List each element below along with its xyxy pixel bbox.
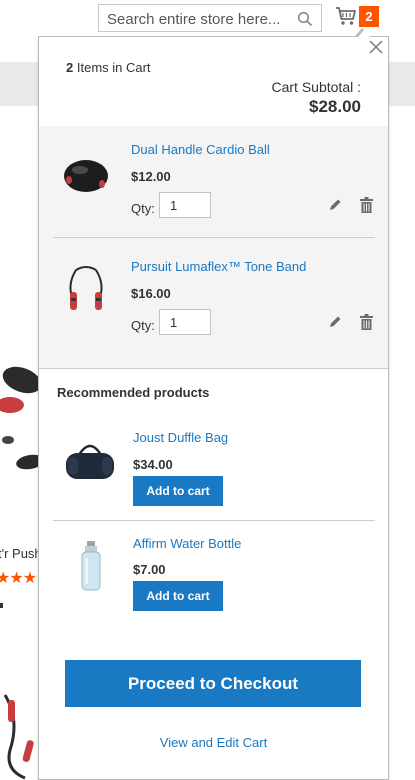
background-product-name[interactable]: t'r Push (0, 546, 42, 561)
divider (39, 368, 388, 369)
recommended-product-price: $34.00 (133, 457, 173, 472)
close-icon[interactable] (369, 40, 383, 54)
trash-icon[interactable] (360, 197, 373, 213)
view-and-edit-cart-link[interactable]: View and Edit Cart (39, 735, 388, 750)
recommended-products-heading: Recommended products (57, 385, 210, 400)
duffle-bag-thumbnail[interactable] (63, 435, 117, 487)
add-to-cart-button[interactable]: Add to cart (133, 476, 223, 506)
recommended-product-name[interactable]: Joust Duffle Bag (133, 430, 228, 445)
minicart-pointer-fill (358, 30, 370, 37)
minicart-dropdown: 2 Items in Cart Cart Subtotal : $28.00 D… (38, 30, 389, 780)
search-input[interactable] (107, 9, 292, 29)
add-to-cart-button[interactable]: Add to cart (133, 581, 223, 611)
trash-icon[interactable] (360, 314, 373, 330)
cart-subtotal-label: Cart Subtotal : (271, 79, 362, 95)
search-icon[interactable] (297, 11, 313, 27)
cart-item-price: $16.00 (131, 286, 171, 301)
cardio-ball-thumbnail[interactable] (60, 150, 112, 202)
cart-item-name[interactable]: Pursuit Lumaflex™ Tone Band (131, 259, 306, 274)
water-bottle-thumbnail[interactable] (77, 540, 105, 592)
edit-pencil-icon[interactable] (328, 198, 342, 212)
search-box[interactable] (98, 4, 322, 32)
cart-count-badge[interactable]: 2 (359, 6, 379, 27)
cart-icon[interactable] (335, 5, 357, 27)
cart-subtotal-amount: $28.00 (309, 97, 361, 116)
qty-input[interactable] (159, 309, 211, 335)
proceed-to-checkout-button[interactable]: Proceed to Checkout (65, 660, 361, 707)
recommended-product-name[interactable]: Affirm Water Bottle (133, 536, 241, 551)
qty-label: Qty: (131, 201, 155, 216)
recommended-product-price: $7.00 (133, 562, 166, 577)
background-price-fragment (0, 603, 3, 608)
divider (53, 520, 375, 521)
cart-items-list: Dual Handle Cardio Ball $12.00 Qty: Purs… (39, 126, 388, 368)
edit-pencil-icon[interactable] (328, 315, 342, 329)
cart-item-price: $12.00 (131, 169, 171, 184)
qty-input[interactable] (159, 192, 211, 218)
cart-item-name[interactable]: Dual Handle Cardio Ball (131, 142, 270, 157)
tone-band-thumbnail[interactable] (60, 262, 112, 314)
qty-label: Qty: (131, 318, 155, 333)
items-in-cart-count: 2 Items in Cart (66, 60, 151, 75)
divider (53, 237, 375, 238)
